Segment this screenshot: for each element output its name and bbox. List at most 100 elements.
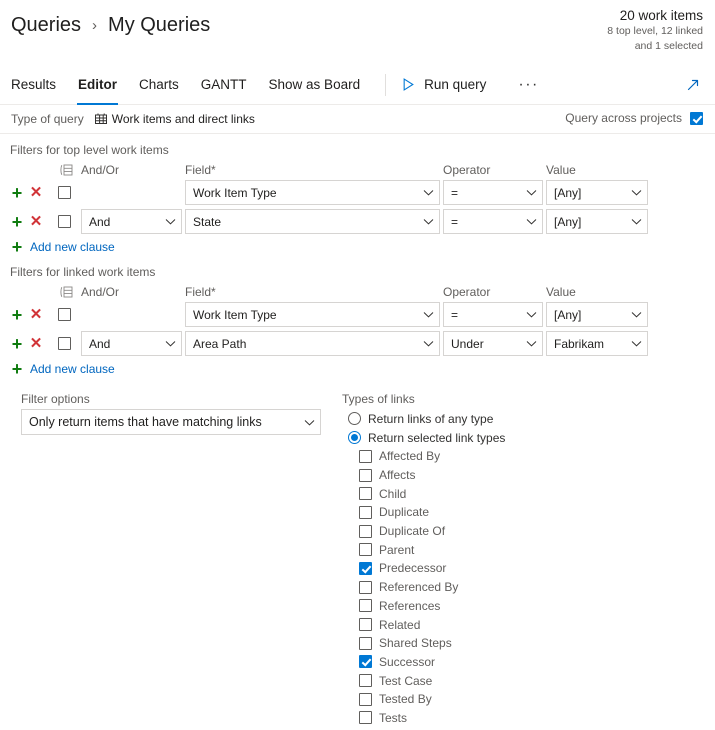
link-type-checkbox[interactable] — [359, 674, 372, 688]
link-type-successor[interactable]: Successor — [342, 653, 715, 672]
andor-dropdown[interactable]: And — [81, 331, 182, 356]
expand-icon[interactable] — [685, 77, 701, 93]
query-type-selector[interactable]: Work items and direct links — [94, 112, 255, 126]
link-type-affected-by[interactable]: Affected By — [342, 447, 715, 466]
work-item-count: 20 work items — [619, 8, 703, 23]
row-select-checkbox[interactable] — [58, 215, 71, 228]
add-clause-icon[interactable]: + — [10, 184, 24, 202]
link-type-label: Predecessor — [379, 561, 447, 576]
filter-options-dropdown[interactable]: Only return items that have matching lin… — [21, 409, 321, 435]
link-type-referenced-by[interactable]: Referenced By — [342, 578, 715, 597]
link-type-related[interactable]: Related — [342, 615, 715, 634]
link-type-checkbox[interactable] — [359, 580, 372, 594]
field-dropdown-value: Work Item Type — [193, 185, 277, 200]
chevron-down-icon — [165, 219, 176, 225]
tab-charts[interactable]: Charts — [128, 65, 190, 105]
operator-dropdown[interactable]: = — [443, 302, 543, 327]
operator-dropdown[interactable]: = — [443, 180, 543, 205]
tab-results[interactable]: Results — [0, 65, 67, 105]
query-across-projects-checkbox[interactable] — [690, 111, 703, 125]
types-of-links-pane: Types of links Return links of any type … — [330, 392, 715, 727]
remove-clause-icon[interactable]: ✕ — [29, 336, 43, 351]
link-type-checkbox[interactable] — [359, 692, 372, 706]
link-type-checkbox[interactable] — [359, 543, 372, 557]
link-type-checkbox[interactable] — [359, 711, 372, 725]
operator-dropdown[interactable]: = — [443, 209, 543, 234]
chevron-down-icon — [526, 312, 537, 318]
link-type-references[interactable]: References — [342, 597, 715, 616]
link-type-duplicate-of[interactable]: Duplicate Of — [342, 522, 715, 541]
field-dropdown-value: Area Path — [193, 336, 247, 351]
filter-options-value: Only return items that have matching lin… — [29, 415, 262, 429]
link-type-checkbox[interactable] — [359, 618, 372, 632]
tab-editor[interactable]: Editor — [67, 65, 128, 105]
link-type-checkbox[interactable] — [359, 599, 372, 613]
remove-clause-icon[interactable]: ✕ — [29, 214, 43, 229]
row-select-checkbox[interactable] — [58, 186, 71, 199]
link-type-test-case[interactable]: Test Case — [342, 671, 715, 690]
list-icon — [60, 286, 73, 297]
radio-return-any-link-type[interactable]: Return links of any type — [342, 409, 715, 428]
value-dropdown[interactable]: [Any] — [546, 180, 648, 205]
tab-results-label: Results — [11, 77, 57, 92]
add-new-clause-top-level[interactable]: + Add new clause — [10, 238, 715, 256]
field-dropdown[interactable]: Work Item Type — [185, 302, 440, 327]
value-dropdown-value: [Any] — [554, 214, 582, 229]
tab-gantt-label: GANTT — [200, 77, 247, 92]
link-type-checkbox[interactable] — [359, 636, 372, 650]
breadcrumb-root[interactable]: Queries — [11, 14, 81, 37]
header-value: Value — [546, 284, 576, 299]
value-dropdown[interactable]: Fabrikam — [546, 331, 648, 356]
andor-dropdown[interactable]: And — [81, 209, 182, 234]
link-type-shared-steps[interactable]: Shared Steps — [342, 634, 715, 653]
value-dropdown[interactable]: [Any] — [546, 302, 648, 327]
link-type-checkbox[interactable] — [359, 505, 372, 519]
field-dropdown[interactable]: Work Item Type — [185, 180, 440, 205]
add-new-clause-linked[interactable]: + Add new clause — [10, 360, 715, 378]
link-type-affects[interactable]: Affects — [342, 466, 715, 485]
link-type-checkbox[interactable] — [359, 449, 372, 463]
radio-return-selected-link-types[interactable]: Return selected link types — [342, 428, 715, 447]
tab-gantt[interactable]: GANTT — [190, 65, 258, 105]
row-select-checkbox[interactable] — [58, 337, 71, 350]
link-type-tested-by[interactable]: Tested By — [342, 690, 715, 709]
link-type-checkbox[interactable] — [359, 655, 372, 669]
link-type-checkbox[interactable] — [359, 561, 372, 575]
field-dropdown-value: State — [193, 214, 222, 229]
link-type-duplicate[interactable]: Duplicate — [342, 503, 715, 522]
filter-options-pane: Filter options Only return items that ha… — [0, 392, 330, 727]
run-query-label: Run query — [424, 77, 487, 92]
query-type-row: Type of query Work items and direct link… — [0, 105, 715, 134]
more-options-button[interactable]: ··· — [512, 76, 544, 93]
field-dropdown[interactable]: State — [185, 209, 440, 234]
field-dropdown[interactable]: Area Path — [185, 331, 440, 356]
add-clause-icon[interactable]: + — [10, 335, 24, 353]
link-type-checkbox[interactable] — [359, 524, 372, 538]
row-select-checkbox[interactable] — [58, 308, 71, 321]
link-type-label: Tested By — [379, 692, 432, 707]
operator-dropdown-value: = — [451, 185, 459, 200]
remove-clause-icon[interactable]: ✕ — [29, 185, 43, 200]
remove-clause-icon[interactable]: ✕ — [29, 307, 43, 322]
operator-dropdown-value: = — [451, 307, 459, 322]
value-dropdown[interactable]: [Any] — [546, 209, 648, 234]
tab-show-as-board[interactable]: Show as Board — [258, 65, 372, 105]
query-across-projects[interactable]: Query across projects — [565, 111, 703, 125]
link-type-checkbox[interactable] — [359, 468, 372, 482]
link-type-checkbox[interactable] — [359, 487, 372, 501]
tab-list: Results Editor Charts GANTT Show as Boar… — [0, 65, 371, 105]
link-type-parent[interactable]: Parent — [342, 540, 715, 559]
row-select-cell — [58, 186, 81, 199]
link-type-predecessor[interactable]: Predecessor — [342, 559, 715, 578]
breadcrumb-current[interactable]: My Queries — [108, 14, 210, 37]
add-clause-icon[interactable]: + — [10, 306, 24, 324]
chevron-down-icon — [423, 219, 434, 225]
tab-toolbar: Results Editor Charts GANTT Show as Boar… — [0, 65, 715, 105]
linked-section-title: Filters for linked work items — [10, 265, 156, 279]
operator-dropdown[interactable]: Under — [443, 331, 543, 356]
run-query-button[interactable]: Run query — [398, 77, 490, 92]
link-type-tests[interactable]: Tests — [342, 709, 715, 728]
add-clause-icon[interactable]: + — [10, 213, 24, 231]
link-type-child[interactable]: Child — [342, 484, 715, 503]
linked-filter-row: + ✕ And Area Path Under Fabrikam — [0, 331, 715, 356]
